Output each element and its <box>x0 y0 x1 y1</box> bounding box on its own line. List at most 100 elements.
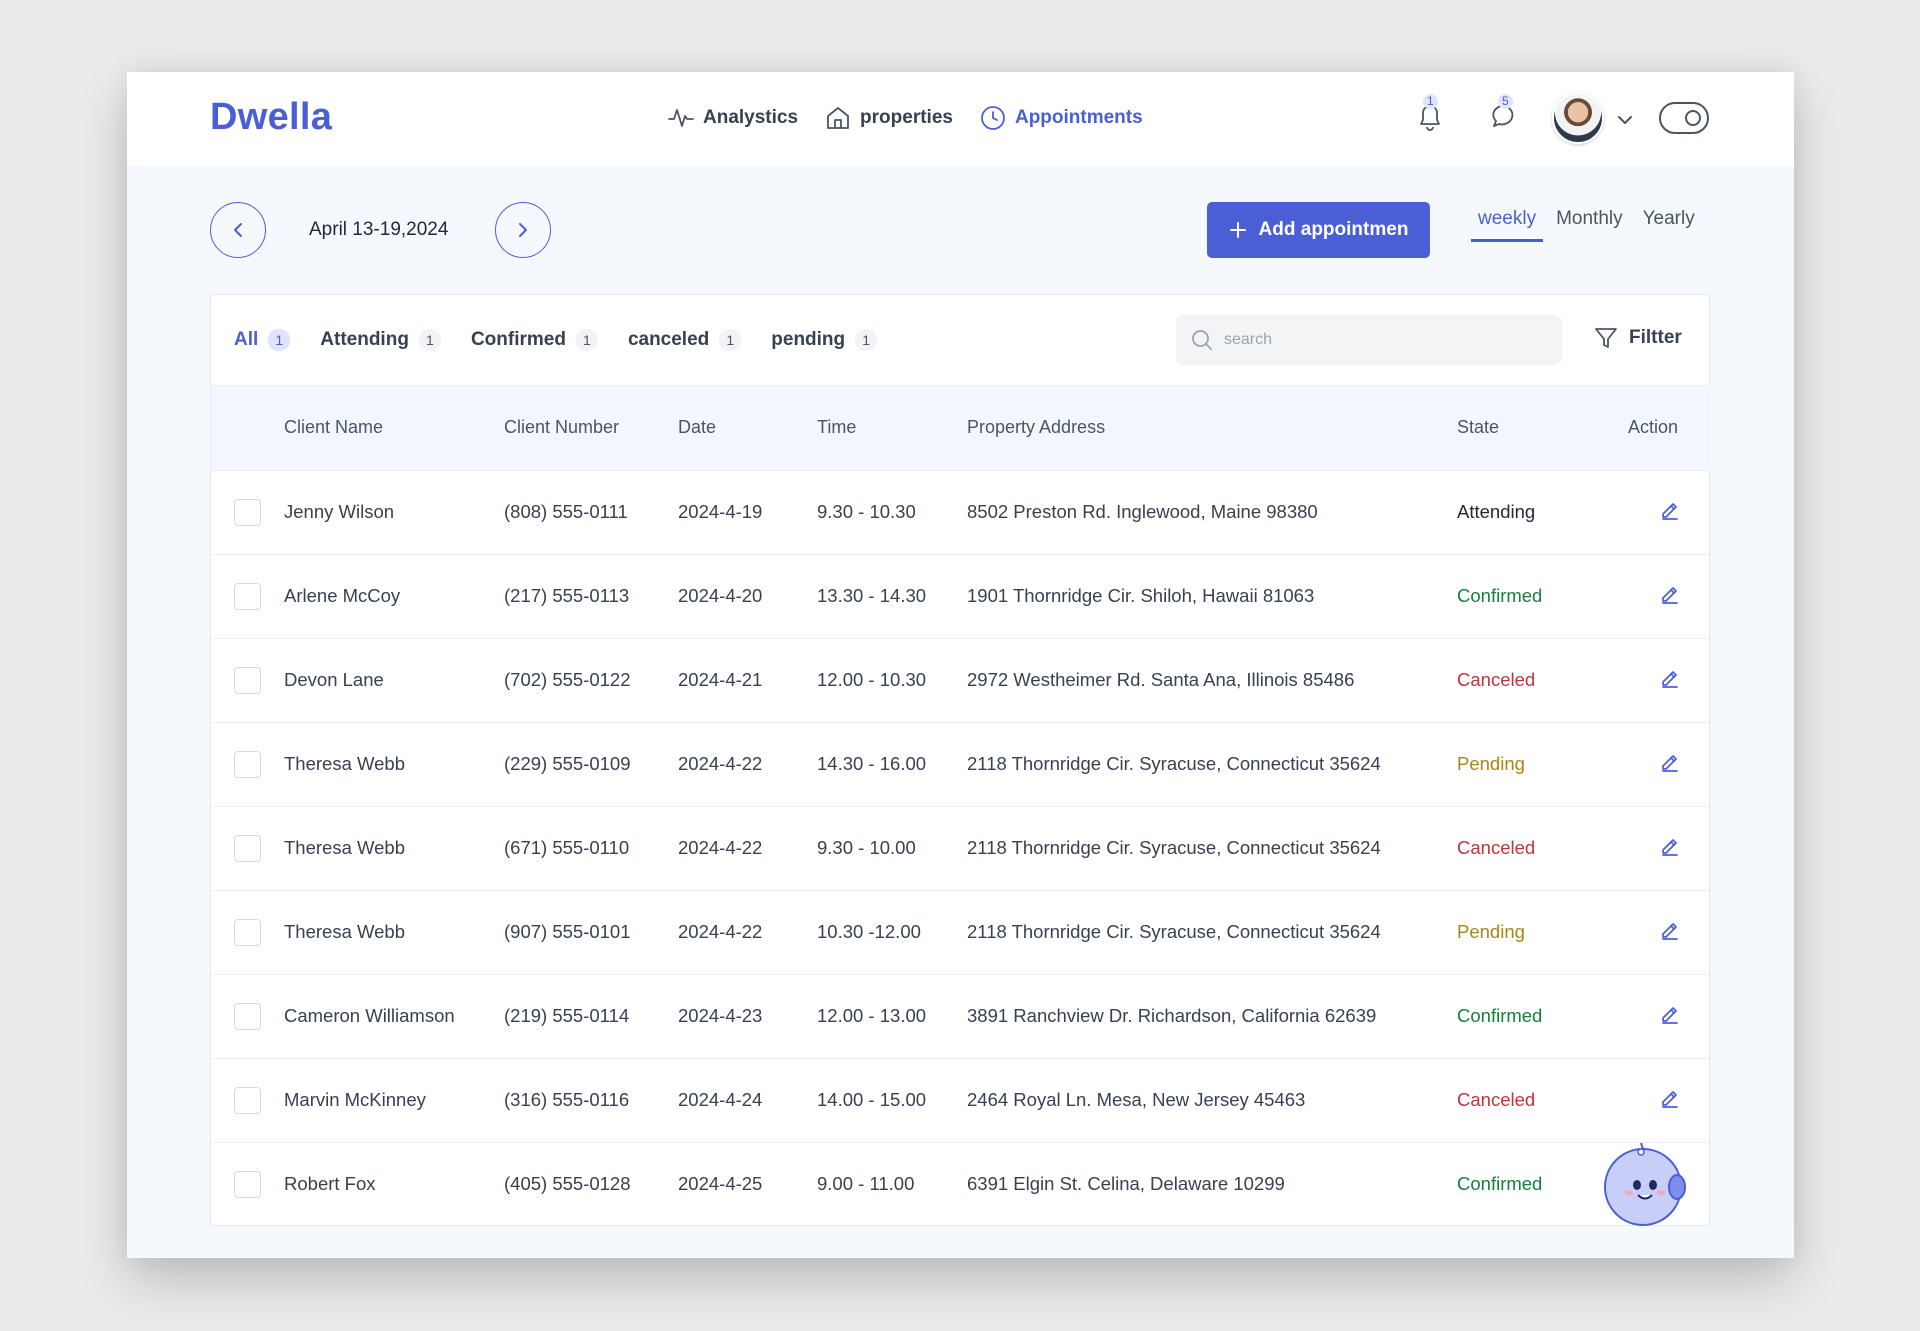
date-cell: 2024-4-24 <box>678 1089 763 1110</box>
tab-yearly[interactable]: Yearly <box>1636 200 1702 242</box>
table-row: Devon Lane (702) 555-0122 2024-4-21 12.00 -… <box>211 638 1711 722</box>
status-tab-pending[interactable]: pending 1 <box>771 329 878 351</box>
time-cell: 12.00 - 13.00 <box>817 1005 927 1026</box>
table-header-row: Client Name Client Number Date Time Prop… <box>211 386 1711 470</box>
search-input[interactable] <box>1224 331 1524 349</box>
status-tab-attending[interactable]: Attending 1 <box>320 329 441 351</box>
status-count-badge: 1 <box>418 329 441 351</box>
state-cell: Pending <box>1457 921 1525 942</box>
nav-appointments[interactable]: Appointments <box>979 104 1143 132</box>
date-cell: 2024-4-22 <box>678 921 763 942</box>
client-number-cell: (405) 555-0128 <box>504 1173 631 1195</box>
status-tab-label: Attending <box>320 329 409 350</box>
header-select <box>211 386 284 470</box>
row-checkbox[interactable] <box>234 498 261 526</box>
row-select-cell <box>211 1058 284 1142</box>
row-checkbox[interactable] <box>234 918 261 946</box>
toggle-knob <box>1685 110 1701 126</box>
date-cell: 2024-4-19 <box>678 501 763 522</box>
previous-week-button[interactable] <box>210 202 266 258</box>
date-cell: 2024-4-21 <box>678 669 763 690</box>
row-checkbox[interactable] <box>234 750 261 778</box>
next-week-button[interactable] <box>495 202 551 258</box>
nav-properties[interactable]: properties <box>824 104 953 132</box>
table-row: Theresa Webb (229) 555-0109 2024-4-22 14.30… <box>211 722 1711 806</box>
row-checkbox[interactable] <box>234 1170 261 1198</box>
client-name-cell: Robert Fox <box>284 1173 376 1195</box>
time-cell: 14.30 - 16.00 <box>817 753 927 774</box>
column-header[interactable]: Client Name <box>284 386 504 470</box>
state-cell: Attending <box>1457 501 1536 522</box>
edit-button[interactable] <box>1659 667 1681 689</box>
property-address-cell: 2464 Royal Ln. Mesa, New Jersey 45463 <box>967 1089 1306 1110</box>
state-cell: Confirmed <box>1457 585 1543 606</box>
funnel-icon <box>1595 328 1617 348</box>
edit-button[interactable] <box>1659 835 1681 857</box>
notifications-button[interactable]: 1 <box>1415 94 1449 136</box>
column-header[interactable]: Property Address <box>967 386 1457 470</box>
analytics-icon <box>668 109 694 127</box>
column-header[interactable]: Date <box>678 386 817 470</box>
row-select-cell <box>211 554 284 638</box>
status-tab-confirmed[interactable]: Confirmed 1 <box>471 329 598 351</box>
edit-button[interactable] <box>1659 1003 1681 1025</box>
client-name-cell: Theresa Webb <box>284 921 405 942</box>
time-cell: 10.30 -12.00 <box>817 921 921 942</box>
add-appointment-label: Add appointmen <box>1258 219 1409 240</box>
column-header[interactable]: Client Number <box>504 386 678 470</box>
property-address-cell: 6391 Elgin St. Celina, Delaware 10299 <box>967 1173 1285 1195</box>
tab-monthly[interactable]: Monthly <box>1549 200 1630 242</box>
edit-button[interactable] <box>1659 1087 1681 1109</box>
row-checkbox[interactable] <box>234 1002 261 1030</box>
column-header[interactable]: Time <box>817 386 967 470</box>
row-checkbox[interactable] <box>234 1086 261 1114</box>
tab-weekly[interactable]: weekly <box>1471 200 1544 242</box>
row-select-cell <box>211 806 284 890</box>
chevron-down-icon[interactable] <box>1615 110 1635 130</box>
theme-toggle[interactable] <box>1659 102 1709 134</box>
nav-analytics[interactable]: Analystics <box>667 104 798 132</box>
pencil-icon <box>1661 1090 1678 1108</box>
row-checkbox[interactable] <box>234 582 261 610</box>
top-header: Dwella Analystics properties Appointment… <box>127 72 1794 165</box>
client-name-cell: Cameron Williamson <box>284 1005 455 1026</box>
app-logo[interactable]: Dwella <box>210 96 332 139</box>
pencil-icon <box>1661 502 1678 520</box>
appointments-card: All 1 Attending 1 Confirmed 1 canceled 1… <box>210 294 1711 1226</box>
row-checkbox[interactable] <box>234 666 261 694</box>
action-cell <box>1628 974 1711 1058</box>
chevron-left-icon <box>234 223 242 237</box>
edit-button[interactable] <box>1659 583 1681 605</box>
home-icon <box>827 107 849 129</box>
column-header[interactable]: State <box>1457 386 1628 470</box>
state-cell: Confirmed <box>1457 1005 1543 1026</box>
date-range-label: April 13-19,2024 <box>309 219 449 240</box>
action-cell <box>1628 1058 1711 1142</box>
filter-button[interactable]: Filtter <box>1593 325 1682 351</box>
state-cell: Canceled <box>1457 837 1536 858</box>
pencil-icon <box>1661 1006 1678 1024</box>
filter-label: Filtter <box>1629 327 1682 348</box>
action-cell <box>1628 806 1711 890</box>
status-tab-all[interactable]: All 1 <box>234 329 291 351</box>
filters-bar: All 1 Attending 1 Confirmed 1 canceled 1… <box>211 295 1709 386</box>
row-checkbox[interactable] <box>234 834 261 862</box>
clock-icon <box>981 106 1005 130</box>
edit-button[interactable] <box>1659 919 1681 941</box>
property-address-cell: 2972 Westheimer Rd. Santa Ana, Illinois … <box>967 669 1355 690</box>
table-row: Jenny Wilson (808) 555-0111 2024-4-19 9.30 … <box>211 470 1711 554</box>
status-tab-label: pending <box>771 329 846 350</box>
messages-button[interactable]: 5 <box>1490 94 1524 136</box>
assistant-mascot-icon[interactable] <box>1597 1139 1693 1229</box>
status-tab-canceled[interactable]: canceled 1 <box>628 329 742 351</box>
time-cell: 14.00 - 15.00 <box>817 1089 927 1110</box>
avatar[interactable] <box>1552 92 1604 144</box>
client-name-cell: Arlene McCoy <box>284 585 401 606</box>
table-row: Cameron Williamson (219) 555-0114 2024-4-2… <box>211 974 1711 1058</box>
edit-button[interactable] <box>1659 499 1681 521</box>
notifications-badge: 1 <box>1423 94 1438 109</box>
date-cell: 2024-4-22 <box>678 753 763 774</box>
client-number-cell: (808) 555-0111 <box>504 501 628 522</box>
add-appointment-button[interactable]: Add appointmen <box>1207 202 1430 258</box>
edit-button[interactable] <box>1659 751 1681 773</box>
